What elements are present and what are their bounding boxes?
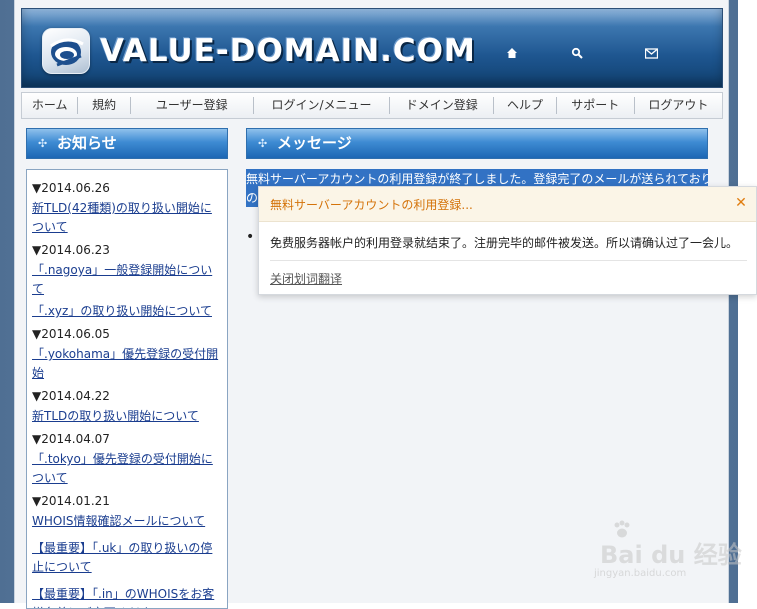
news-date: ▼2014.06.23 bbox=[32, 243, 110, 257]
bullet-icon: ✣ bbox=[38, 137, 48, 150]
news-link[interactable]: 「.xyz」の取り扱い開始について bbox=[32, 302, 222, 321]
message-panel-title: メッセージ bbox=[277, 134, 352, 152]
baidu-watermark: Bai du 经验 jingyan.baidu.com bbox=[584, 520, 749, 590]
news-link-important[interactable]: 【最重要】「.uk」の取り扱いの停止について bbox=[32, 539, 222, 577]
logo-swirl-icon bbox=[50, 38, 84, 67]
site-header: VALUE-DOMAIN.COM bbox=[21, 8, 723, 88]
nav-help[interactable]: ヘルプ bbox=[494, 97, 557, 114]
nav-domain-register[interactable]: ドメイン登録 bbox=[390, 97, 495, 114]
nav-logout[interactable]: ログアウト bbox=[635, 97, 722, 114]
popup-title: 無料サーバーアカウントの利用登録... bbox=[270, 198, 473, 212]
news-link[interactable]: 「.tokyo」優先登録の受付開始について bbox=[32, 450, 222, 488]
news-link[interactable]: 「.nagoya」一般登録開始について bbox=[32, 261, 222, 299]
news-panel-title: お知らせ bbox=[57, 134, 117, 152]
news-date: ▼2014.06.05 bbox=[32, 327, 110, 341]
translation-popup: 無料サーバーアカウントの利用登録... ✕ 免费服务器帐户的利用登录就结束了。注… bbox=[258, 186, 757, 295]
news-date: ▼2014.04.07 bbox=[32, 432, 110, 446]
news-link[interactable]: WHOIS情報確認メールについて bbox=[32, 512, 222, 531]
popup-translation-text: 免费服务器帐户的利用登录就结束了。注册完毕的邮件被发送。所以请确认过了一会儿。 bbox=[270, 236, 739, 250]
logo-badge[interactable] bbox=[42, 28, 90, 74]
news-link[interactable]: 新TLD(42種類)の取り扱い開始について bbox=[32, 199, 222, 237]
message-panel-header: ✣ メッセージ bbox=[246, 128, 708, 159]
news-list: ▼2014.06.26 新TLD(42種類)の取り扱い開始について ▼2014.… bbox=[26, 169, 228, 609]
bullet-icon: ✣ bbox=[258, 137, 268, 150]
news-link[interactable]: 「.yokohama」優先登録の受付開始 bbox=[32, 345, 222, 383]
news-panel-header: ✣ お知らせ bbox=[26, 128, 228, 159]
list-bullet-icon: • bbox=[246, 229, 255, 245]
popup-header: 無料サーバーアカウントの利用登録... ✕ bbox=[259, 187, 756, 222]
nav-login-menu[interactable]: ログイン/メニュー bbox=[254, 97, 391, 114]
site-logo-text[interactable]: VALUE-DOMAIN.COM bbox=[100, 33, 476, 69]
news-link-important[interactable]: 【最重要】「.in」のWHOISをお客様名義にご変更ください bbox=[32, 585, 222, 608]
home-icon[interactable] bbox=[502, 47, 522, 65]
message-selected-text-cont[interactable]: の bbox=[246, 189, 258, 207]
popup-divider bbox=[270, 260, 747, 261]
nav-terms[interactable]: 規約 bbox=[78, 97, 131, 114]
news-date: ▼2014.04.22 bbox=[32, 389, 110, 403]
close-translation-link[interactable]: 关闭划词翻译 bbox=[270, 270, 342, 287]
nav-home[interactable]: ホーム bbox=[22, 97, 79, 114]
news-date: ▼2014.01.21 bbox=[32, 494, 110, 508]
news-link[interactable]: 新TLDの取り扱い開始について bbox=[32, 407, 222, 426]
search-icon[interactable] bbox=[567, 47, 587, 65]
mail-icon[interactable] bbox=[641, 47, 661, 65]
watermark-url: jingyan.baidu.com bbox=[594, 568, 687, 579]
main-nav: ホーム 規約 ユーザー登録 ログイン/メニュー ドメイン登録 ヘルプ サポート … bbox=[21, 92, 723, 119]
watermark-brand: Bai du 经验 bbox=[600, 541, 742, 569]
nav-support[interactable]: サポート bbox=[557, 97, 635, 114]
nav-user-register[interactable]: ユーザー登録 bbox=[131, 97, 254, 114]
close-icon[interactable]: ✕ bbox=[733, 193, 749, 213]
news-date: ▼2014.06.26 bbox=[32, 181, 110, 195]
